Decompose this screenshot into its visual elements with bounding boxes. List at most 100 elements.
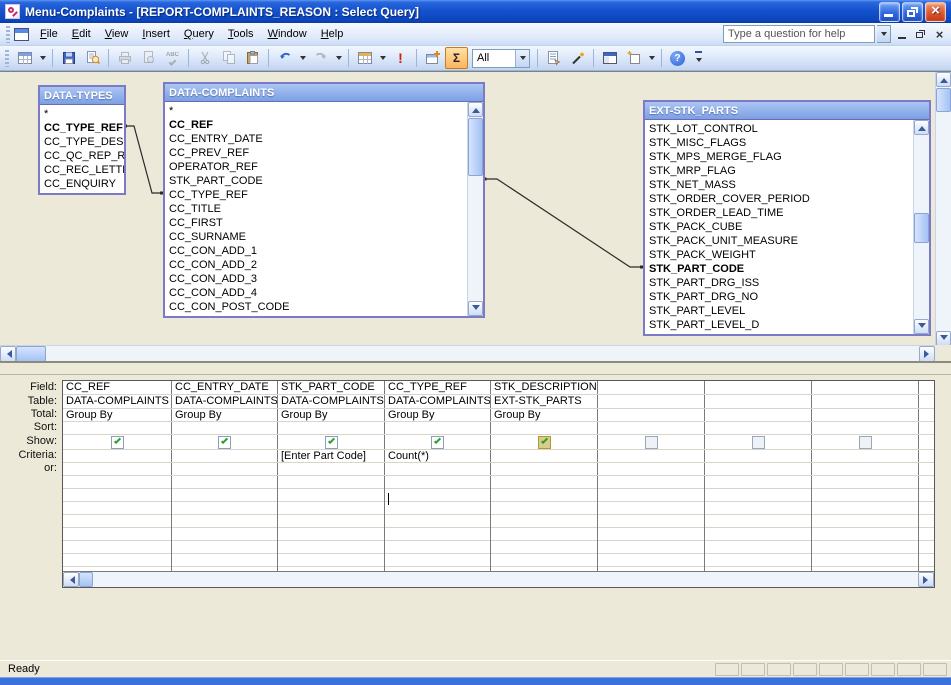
query-type-dropdown-arrow[interactable]: [377, 47, 388, 69]
scroll-left-button[interactable]: [0, 346, 16, 362]
copy-button[interactable]: [217, 47, 240, 69]
table-ext-stk-parts-scrollbar[interactable]: [913, 120, 929, 334]
grid-cell-show[interactable]: [491, 435, 598, 449]
scroll-right-button[interactable]: [919, 346, 935, 362]
top-values-combo[interactable]: All: [472, 49, 530, 68]
grid-horizontal-scrollbar[interactable]: [63, 571, 934, 587]
scroll-thumb[interactable]: [16, 346, 46, 362]
field-row[interactable]: STK_PACK_WEIGHT: [645, 248, 912, 262]
grid-cell-show[interactable]: [278, 435, 385, 449]
grid-cell-sort[interactable]: [919, 422, 934, 434]
field-row[interactable]: STK_PART_DRG_NO: [645, 290, 912, 304]
grid-cell-criteria[interactable]: [812, 450, 919, 462]
close-button[interactable]: [925, 2, 946, 22]
child-close-button[interactable]: [931, 27, 948, 42]
grid-cell-table[interactable]: DATA-COMPLAINTS: [278, 395, 385, 408]
field-row[interactable]: CC_TITLE: [165, 202, 466, 216]
grid-cell-show[interactable]: [385, 435, 491, 449]
grid-cell-criteria[interactable]: [63, 450, 172, 462]
totals-button[interactable]: Σ: [445, 47, 468, 69]
field-row[interactable]: STK_PACK_CUBE: [645, 220, 912, 234]
redo-button[interactable]: [309, 47, 332, 69]
grid-cell-or[interactable]: [705, 463, 812, 475]
grid-cell-criteria[interactable]: [598, 450, 705, 462]
field-row[interactable]: CC_ENQUIRY: [40, 177, 124, 191]
table-data-complaints-header[interactable]: DATA-COMPLAINTS: [165, 84, 483, 102]
print-preview-button[interactable]: [137, 47, 160, 69]
grid-cell-total[interactable]: Group By: [172, 409, 278, 421]
field-row[interactable]: *: [165, 104, 466, 118]
menu-item[interactable]: Insert: [135, 25, 177, 43]
scroll-up-button[interactable]: [914, 120, 929, 135]
grid-cell-field[interactable]: CC_REF: [63, 381, 172, 394]
menu-item[interactable]: View: [98, 25, 136, 43]
child-minimize-button[interactable]: [893, 27, 910, 42]
menu-item[interactable]: Tools: [221, 25, 261, 43]
undo-dropdown-arrow[interactable]: [297, 47, 308, 69]
query-window-icon[interactable]: [14, 28, 29, 41]
field-row[interactable]: STK_MPS_MERGE_FLAG: [645, 150, 912, 164]
show-checkbox[interactable]: [111, 436, 124, 449]
field-row[interactable]: STK_PART_LEVEL: [645, 304, 912, 318]
grid-cell-show[interactable]: [598, 435, 705, 449]
grid-cell-table[interactable]: EXT-STK_PARTS: [491, 395, 598, 408]
field-row[interactable]: CC_REC_LETTER: [40, 163, 124, 177]
menu-item[interactable]: File: [33, 25, 65, 43]
view-dropdown-arrow[interactable]: [37, 47, 48, 69]
top-values-dropdown[interactable]: [515, 50, 529, 67]
grid-cell-or[interactable]: [172, 463, 278, 475]
scroll-up-button[interactable]: [936, 72, 951, 87]
paste-button[interactable]: [241, 47, 264, 69]
field-row[interactable]: CC_QC_REP_REC: [40, 149, 124, 163]
grid-cell-criteria[interactable]: [491, 450, 598, 462]
grid-cell-show[interactable]: [919, 435, 934, 449]
scroll-down-button[interactable]: [914, 319, 929, 334]
show-checkbox[interactable]: [752, 436, 765, 449]
scroll-down-button[interactable]: [468, 301, 483, 316]
grid-cell-table[interactable]: DATA-COMPLAINTS: [385, 395, 491, 408]
toolbar-grip[interactable]: [5, 50, 9, 67]
menu-item[interactable]: Query: [177, 25, 221, 43]
grid-cell-or[interactable]: [598, 463, 705, 475]
scroll-thumb[interactable]: [914, 213, 929, 243]
minimize-button[interactable]: [879, 2, 900, 22]
field-row[interactable]: CC_CON_ADD_2: [165, 258, 466, 272]
table-data-complaints-scrollbar[interactable]: [467, 102, 483, 316]
field-row[interactable]: CC_CON_POST_CODE: [165, 300, 466, 314]
field-row[interactable]: CC_TYPE_REF: [40, 121, 124, 135]
restore-button[interactable]: [902, 2, 923, 22]
grid-cell-table[interactable]: [705, 395, 812, 408]
spelling-button[interactable]: ABC: [161, 47, 184, 69]
field-row[interactable]: CC_REF: [165, 118, 466, 132]
grid-cell-table[interactable]: DATA-COMPLAINTS: [63, 395, 172, 408]
grid-cell-or[interactable]: [63, 463, 172, 475]
show-checkbox[interactable]: [538, 436, 551, 449]
field-row[interactable]: CC_CON_ADD_3: [165, 272, 466, 286]
file-search-button[interactable]: [81, 47, 104, 69]
scroll-up-button[interactable]: [468, 102, 483, 117]
show-checkbox[interactable]: [645, 436, 658, 449]
print-button[interactable]: [113, 47, 136, 69]
grid-cell-or[interactable]: [491, 463, 598, 475]
menu-item[interactable]: Help: [314, 25, 351, 43]
grid-cell-or[interactable]: [812, 463, 919, 475]
grid-cell-sort[interactable]: [705, 422, 812, 434]
query-type-button[interactable]: [353, 47, 376, 69]
field-row[interactable]: STK_PACK_UNIT_MEASURE: [645, 234, 912, 248]
grid-cell-total[interactable]: [705, 409, 812, 421]
grid-cell-field[interactable]: STK_PART_CODE: [278, 381, 385, 394]
grid-cell-total[interactable]: [812, 409, 919, 421]
grid-cell-field[interactable]: [919, 381, 934, 394]
grid-cell-criteria[interactable]: [705, 450, 812, 462]
grid-cell-table[interactable]: [598, 395, 705, 408]
grid-cell-sort[interactable]: [172, 422, 278, 434]
build-button[interactable]: [566, 47, 589, 69]
grid-cell-criteria[interactable]: [172, 450, 278, 462]
grid-cell-show[interactable]: [812, 435, 919, 449]
run-button[interactable]: !: [389, 47, 412, 69]
grid-cell-field[interactable]: STK_DESCRIPTION: [491, 381, 598, 394]
grid-cell-or[interactable]: [919, 463, 934, 475]
help-question-input[interactable]: Type a question for help: [723, 25, 875, 43]
field-row[interactable]: CC_CON_ADD_4: [165, 286, 466, 300]
scroll-left-button[interactable]: [63, 572, 79, 587]
